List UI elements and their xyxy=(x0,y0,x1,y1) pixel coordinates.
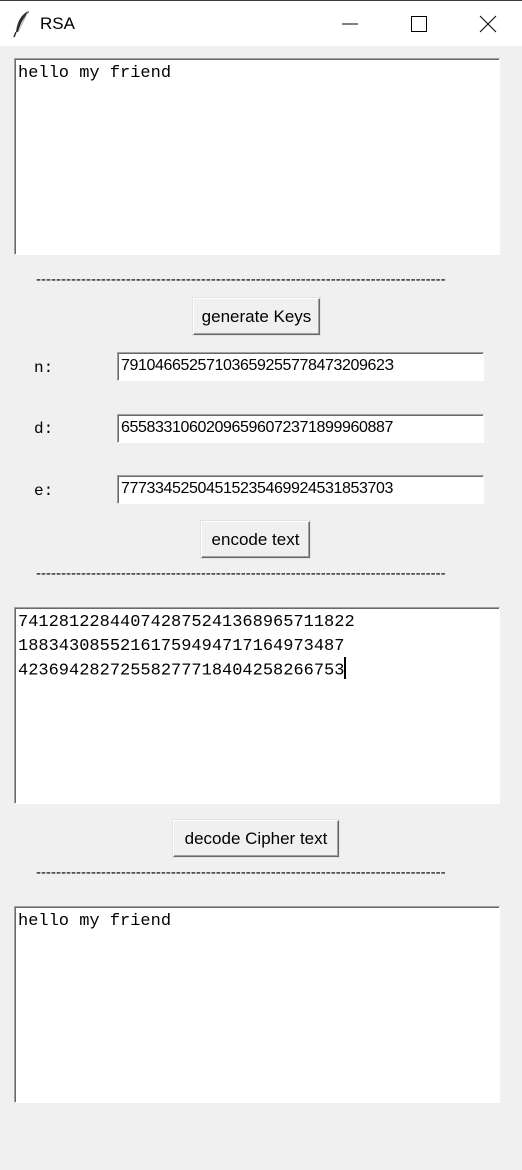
cipher-line: 4236942827255827771840425826675​3 xyxy=(18,657,499,683)
e-field[interactable]: 7773345250451523546992453185370​3 xyxy=(117,475,484,504)
minimize-button[interactable] xyxy=(316,1,384,47)
maximize-button[interactable] xyxy=(385,1,453,47)
e-label: e: xyxy=(34,482,54,500)
n-field[interactable]: 7910466525710365925577847320962З xyxy=(117,352,484,381)
decode-cipher-button[interactable]: decode Cipher text xyxy=(173,820,339,857)
separator: ----------------------------------------… xyxy=(36,565,446,582)
n-label: n: xyxy=(34,359,54,377)
separator: ----------------------------------------… xyxy=(36,271,446,288)
cipher-line-text: 4236942827255827771840425826675​3 xyxy=(18,661,345,681)
minimize-icon xyxy=(342,23,358,25)
close-icon xyxy=(479,15,497,33)
cipher-line: 1883430855216175949471716497348​7 xyxy=(18,637,345,656)
feather-icon xyxy=(12,10,32,38)
maximize-icon xyxy=(411,16,427,32)
generate-keys-button[interactable]: generate Keys xyxy=(193,298,320,335)
separator: ----------------------------------------… xyxy=(36,864,446,881)
plaintext-input[interactable]: hello my friend xyxy=(14,58,500,255)
encode-text-button[interactable]: encode text xyxy=(201,521,310,558)
d-label: d: xyxy=(34,420,54,438)
ciphertext-output[interactable]: 741281228440742875241368965711822 1883430… xyxy=(14,607,500,804)
decoded-output[interactable]: hello my friend xyxy=(14,906,500,1103)
d-field[interactable]: 6558331060209659607237189996088​7 xyxy=(117,414,484,443)
text-cursor xyxy=(344,657,347,679)
close-button[interactable] xyxy=(454,1,522,47)
cipher-line: 741281228440742875241368965711822 xyxy=(18,613,355,632)
title-bar: RSA xyxy=(0,0,522,46)
window-title: RSA xyxy=(40,14,75,33)
